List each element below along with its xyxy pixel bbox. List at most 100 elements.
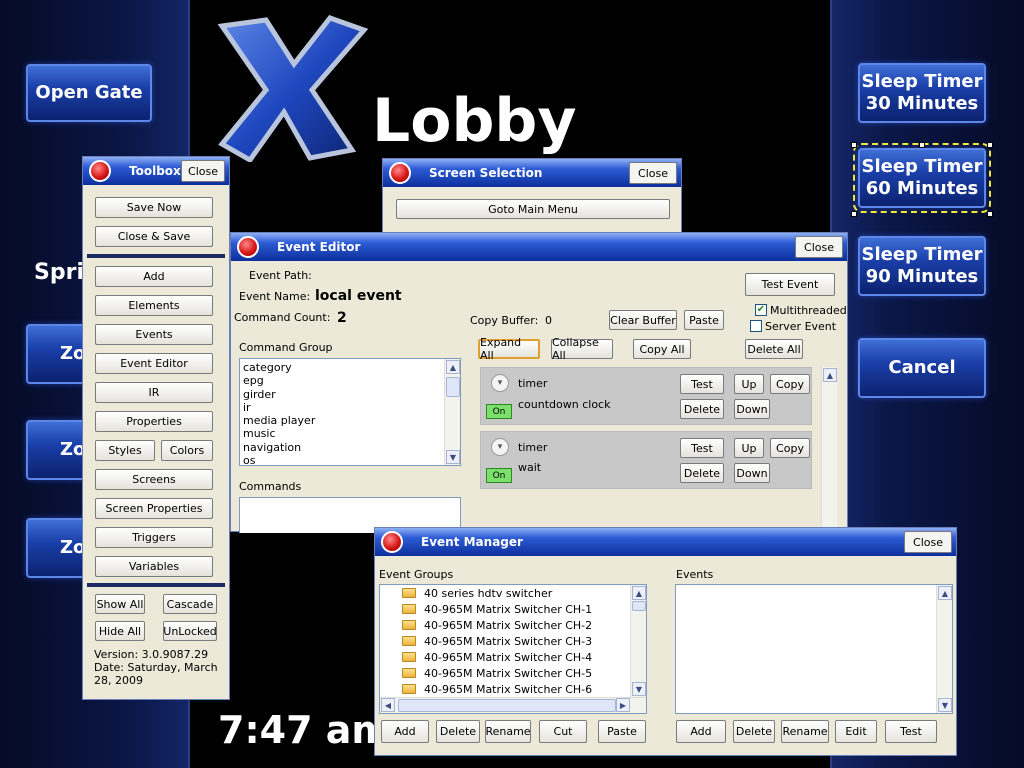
- unlocked-button[interactable]: UnLocked: [163, 621, 217, 641]
- screens-button[interactable]: Screens: [95, 469, 213, 490]
- events-list[interactable]: ▲ ▼: [675, 584, 953, 714]
- tree-item[interactable]: 40-965M Matrix Switcher CH-5: [380, 666, 646, 682]
- rename-group-button[interactable]: Rename: [485, 720, 531, 743]
- event-groups-tree[interactable]: 40 series hdtv switcher 40-965M Matrix S…: [379, 584, 647, 714]
- scroll-up-icon[interactable]: ▲: [823, 368, 837, 382]
- screen-selection-titlebar[interactable]: Screen Selection Close: [383, 159, 681, 187]
- close-button[interactable]: Close: [629, 162, 677, 184]
- vertical-scrollbar[interactable]: ▲ ▼: [936, 585, 952, 713]
- tree-item[interactable]: 40-965M Matrix Switcher CH-4: [380, 650, 646, 666]
- scroll-up-icon[interactable]: ▲: [446, 360, 460, 374]
- delete-group-button[interactable]: Delete: [436, 720, 480, 743]
- open-gate-button[interactable]: Open Gate: [26, 64, 152, 122]
- event-manager-titlebar[interactable]: Event Manager Close: [375, 528, 956, 556]
- close-button[interactable]: Close: [904, 531, 952, 553]
- horizontal-scrollbar[interactable]: ◀ ▶: [380, 697, 646, 713]
- tree-item[interactable]: 40 series hdtv switcher: [380, 586, 646, 602]
- hide-all-button[interactable]: Hide All: [95, 621, 145, 641]
- sleep-timer-30-button[interactable]: Sleep Timer 30 Minutes: [858, 63, 986, 123]
- clear-buffer-button[interactable]: Clear Buffer: [609, 310, 677, 330]
- list-item[interactable]: media player: [240, 414, 460, 427]
- delete-event-button[interactable]: Delete: [733, 720, 775, 743]
- multithreaded-checkbox[interactable]: ✔: [755, 304, 767, 316]
- event-editor-button[interactable]: Event Editor: [95, 353, 213, 374]
- cancel-button[interactable]: Cancel: [858, 338, 986, 398]
- list-item[interactable]: ir: [240, 401, 460, 414]
- scroll-thumb[interactable]: [632, 601, 646, 611]
- scroll-down-icon[interactable]: ▼: [632, 682, 646, 696]
- properties-button[interactable]: Properties: [95, 411, 213, 432]
- edit-event-button[interactable]: Edit: [835, 720, 877, 743]
- up-button[interactable]: Up: [734, 374, 764, 394]
- test-button[interactable]: Test: [680, 374, 724, 394]
- event-editor-titlebar[interactable]: Event Editor Close: [231, 233, 847, 261]
- resize-handle[interactable]: [851, 142, 857, 148]
- save-now-button[interactable]: Save Now: [95, 197, 213, 218]
- vertical-scrollbar[interactable]: ▲ ▼: [630, 585, 646, 697]
- copy-all-button[interactable]: Copy All: [633, 339, 691, 359]
- close-and-save-button[interactable]: Close & Save: [95, 226, 213, 247]
- close-button[interactable]: Close: [795, 236, 843, 258]
- tree-item[interactable]: 40-965M Matrix Switcher CH-1: [380, 602, 646, 618]
- scroll-up-icon[interactable]: ▲: [632, 586, 646, 600]
- tree-item[interactable]: 40-965M Matrix Switcher CH-3: [380, 634, 646, 650]
- resize-handle[interactable]: [987, 211, 993, 217]
- add-group-button[interactable]: Add: [381, 720, 429, 743]
- paste-group-button[interactable]: Paste: [598, 720, 646, 743]
- cascade-button[interactable]: Cascade: [163, 594, 217, 614]
- scroll-right-icon[interactable]: ▶: [616, 698, 630, 712]
- toolbox-titlebar[interactable]: Toolbox Close: [83, 157, 229, 185]
- add-button[interactable]: Add: [95, 266, 213, 287]
- tree-item[interactable]: 40-965M Matrix Switcher CH-2: [380, 618, 646, 634]
- list-item[interactable]: epg: [240, 374, 460, 387]
- variables-button[interactable]: Variables: [95, 556, 213, 577]
- list-item[interactable]: os: [240, 454, 460, 467]
- on-toggle[interactable]: On: [486, 468, 512, 483]
- down-button[interactable]: Down: [734, 399, 770, 419]
- triggers-button[interactable]: Triggers: [95, 527, 213, 548]
- resize-handle[interactable]: [851, 211, 857, 217]
- scroll-left-icon[interactable]: ◀: [381, 698, 395, 712]
- resize-handle[interactable]: [987, 142, 993, 148]
- cut-button[interactable]: Cut: [539, 720, 587, 743]
- resize-handle[interactable]: [919, 142, 925, 148]
- tree-item[interactable]: 40-965M Matrix Switcher CH-6: [380, 682, 646, 698]
- list-item[interactable]: music: [240, 427, 460, 440]
- copy-button[interactable]: Copy: [770, 374, 810, 394]
- copy-button[interactable]: Copy: [770, 438, 810, 458]
- show-all-button[interactable]: Show All: [95, 594, 145, 614]
- goto-main-menu-button[interactable]: Goto Main Menu: [396, 199, 670, 219]
- on-toggle[interactable]: On: [486, 404, 512, 419]
- list-item[interactable]: girder: [240, 388, 460, 401]
- delete-button[interactable]: Delete: [680, 399, 724, 419]
- chevron-down-icon[interactable]: ▾: [491, 438, 509, 456]
- chevron-down-icon[interactable]: ▾: [491, 374, 509, 392]
- elements-button[interactable]: Elements: [95, 295, 213, 316]
- screen-properties-button[interactable]: Screen Properties: [95, 498, 213, 519]
- test-button[interactable]: Test: [680, 438, 724, 458]
- scroll-thumb[interactable]: [398, 699, 616, 712]
- delete-all-button[interactable]: Delete All: [745, 339, 803, 359]
- paste-button[interactable]: Paste: [684, 310, 724, 330]
- add-event-button[interactable]: Add: [676, 720, 726, 743]
- scroll-down-icon[interactable]: ▼: [446, 450, 460, 464]
- scroll-thumb[interactable]: [446, 377, 460, 397]
- collapse-all-button[interactable]: Collapse All: [551, 336, 613, 362]
- scroll-down-icon[interactable]: ▼: [938, 698, 952, 712]
- commands-scrollbar[interactable]: ▲: [821, 367, 837, 533]
- server-event-checkbox[interactable]: [750, 320, 762, 332]
- test-event-button[interactable]: Test Event: [745, 273, 835, 296]
- sleep-timer-60-button[interactable]: Sleep Timer 60 Minutes: [853, 143, 991, 213]
- events-button[interactable]: Events: [95, 324, 213, 345]
- rename-event-button[interactable]: Rename: [781, 720, 829, 743]
- command-group-list[interactable]: category epg girder ir media player musi…: [239, 358, 461, 467]
- colors-button[interactable]: Colors: [161, 440, 213, 461]
- up-button[interactable]: Up: [734, 438, 764, 458]
- list-item[interactable]: navigation: [240, 441, 460, 454]
- sleep-timer-90-button[interactable]: Sleep Timer 90 Minutes: [858, 236, 986, 296]
- styles-button[interactable]: Styles: [95, 440, 155, 461]
- test-event-manager-button[interactable]: Test: [885, 720, 937, 743]
- ir-button[interactable]: IR: [95, 382, 213, 403]
- expand-all-button[interactable]: Expand All: [478, 336, 540, 362]
- scroll-up-icon[interactable]: ▲: [938, 586, 952, 600]
